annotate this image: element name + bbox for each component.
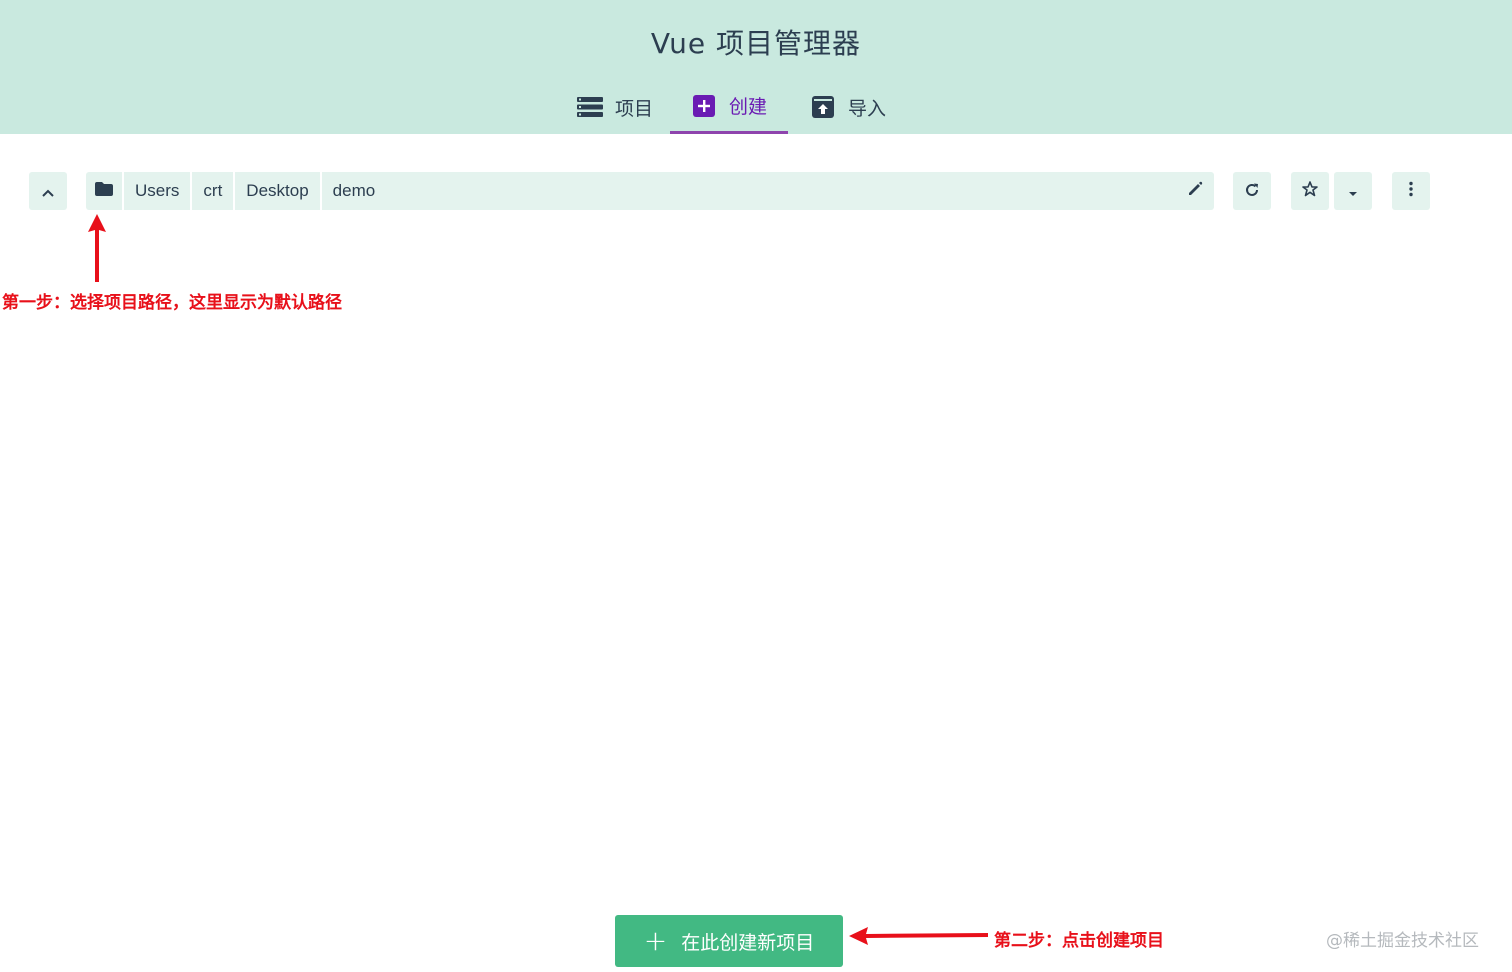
pencil-icon [1187,181,1203,201]
refresh-icon [1245,182,1259,201]
edit-path-button[interactable] [1176,172,1214,210]
path-segment[interactable]: demo [322,172,387,210]
annotation-step2: 第二步：点击创建项目 [994,931,1164,951]
tab-bar: 项目 创建 导入 [0,80,1512,134]
favorite-button[interactable] [1291,172,1329,210]
tab-import[interactable]: 导入 [800,80,896,134]
caret-down-icon [1348,182,1358,201]
tab-projects[interactable]: 项目 [560,80,670,134]
arrow-left-icon [849,927,988,945]
create-project-label: 在此创建新项目 [681,931,815,954]
plus-square-icon [691,94,717,118]
folder-button[interactable] [86,172,124,210]
path-segment[interactable]: Desktop [235,172,322,210]
parent-folder-button[interactable] [29,172,67,210]
path-segment[interactable]: crt [192,172,236,210]
tab-create[interactable]: 创建 [670,80,788,134]
tab-projects-label: 项目 [614,97,653,120]
plus-icon: + [643,924,668,957]
import-icon [810,95,836,119]
tab-create-label: 创建 [728,96,767,118]
arrow-up-icon [88,214,106,282]
folder-icon [95,181,113,201]
star-icon [1302,181,1318,201]
chevron-up-icon [42,182,54,201]
create-project-button[interactable]: + 在此创建新项目 [615,915,843,967]
more-options-button[interactable] [1392,172,1430,210]
refresh-button[interactable] [1233,172,1271,210]
app-title: Vue 项目管理器 [650,27,862,60]
path-segment[interactable]: Users [124,172,193,210]
annotation-step1: 第一步：选择项目路径，这里显示为默认路径 [2,293,342,313]
header: Vue 项目管理器 项目 创建 导入 [0,0,1512,134]
more-vertical-icon [1409,181,1413,201]
path-bar: Users crt Desktop demo [86,172,1214,210]
favorites-dropdown-button[interactable] [1334,172,1372,210]
watermark: @稀土掘金技术社区 [1326,931,1479,951]
tab-import-label: 导入 [847,97,886,120]
list-icon [576,95,603,119]
